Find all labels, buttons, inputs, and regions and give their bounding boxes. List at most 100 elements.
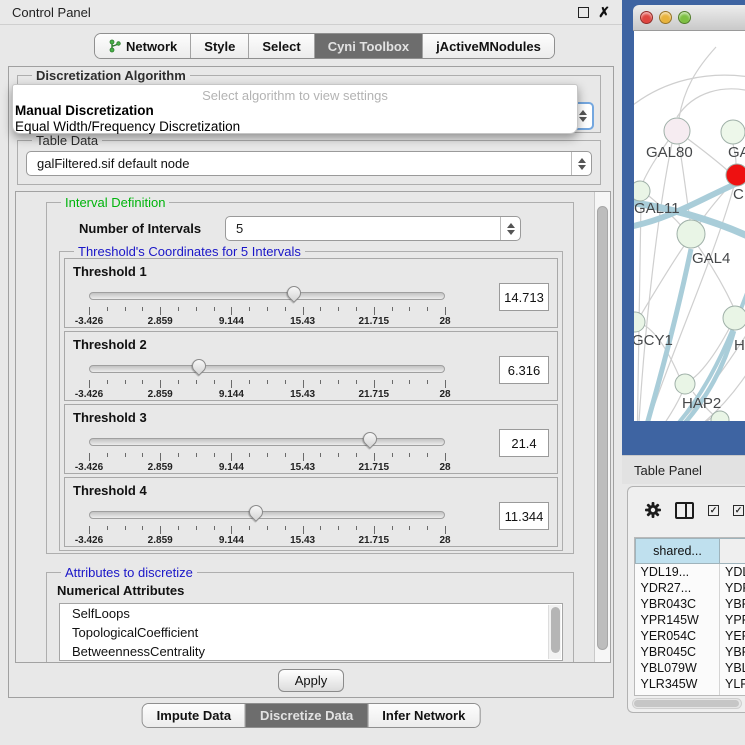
network-node[interactable] bbox=[677, 220, 705, 248]
scrollbar-thumb[interactable] bbox=[597, 206, 608, 650]
close-icon[interactable]: ✗ bbox=[598, 7, 610, 18]
combo-stepper-icon[interactable] bbox=[500, 217, 520, 240]
numerical-attributes-list[interactable]: SelfLoops TopologicalCoefficient Between… bbox=[59, 603, 563, 661]
table-panel-body: ✓ ✓ shared... n YDL19...YDL1YDR27...YDR2… bbox=[627, 486, 745, 713]
checkbox-icon[interactable]: ✓ bbox=[733, 505, 744, 516]
table-row[interactable]: YDR27...YDR2 bbox=[636, 580, 745, 596]
tab-cyni-toolbox-label: Cyni Toolbox bbox=[328, 39, 409, 54]
apply-button[interactable]: Apply bbox=[278, 669, 344, 692]
tab-infer-network[interactable]: Infer Network bbox=[367, 704, 479, 727]
tab-style[interactable]: Style bbox=[190, 34, 248, 58]
list-vertical-scrollbar[interactable] bbox=[548, 605, 561, 659]
threshold-value-input[interactable] bbox=[499, 429, 549, 457]
tab-jactivemnodules[interactable]: jActiveMNodules bbox=[422, 34, 554, 58]
tab-network-label: Network bbox=[126, 39, 177, 54]
threshold-value-input[interactable] bbox=[499, 502, 549, 530]
network-node[interactable] bbox=[721, 120, 745, 144]
network-node[interactable] bbox=[711, 411, 729, 421]
network-node-label: GAL11 bbox=[634, 200, 680, 217]
table-row[interactable]: YBR045CYBR0 bbox=[636, 644, 745, 660]
combo-stepper-icon[interactable] bbox=[571, 152, 591, 175]
tab-infer-network-label: Infer Network bbox=[382, 708, 465, 723]
table-panel-header: Table Panel bbox=[622, 455, 745, 484]
checkbox-icon[interactable]: ✓ bbox=[708, 505, 719, 516]
tab-discretize-data[interactable]: Discretize Data bbox=[245, 704, 367, 727]
number-of-intervals-value: 5 bbox=[236, 221, 243, 236]
threshold-value-input[interactable] bbox=[499, 356, 549, 384]
column-layout-icon[interactable] bbox=[675, 502, 694, 519]
network-nodes: GAL80GACGAL11GAL4GCY1HHAP2 bbox=[634, 118, 745, 421]
tab-select[interactable]: Select bbox=[248, 34, 313, 58]
network-node-label: GAL4 bbox=[692, 250, 730, 267]
threshold-row: Threshold 4 -3.4262.8599.14415.4321.7152… bbox=[64, 477, 558, 547]
top-tab-bar: Network Style Select Cyni Toolbox jActiv… bbox=[94, 33, 555, 59]
algorithm-dropdown-popup: Select algorithm to view settings Manual… bbox=[12, 84, 578, 134]
network-node[interactable] bbox=[675, 374, 695, 394]
table-row[interactable]: YPR145WYPR1 bbox=[636, 612, 745, 628]
list-item[interactable]: TopologicalCoefficient bbox=[60, 623, 562, 642]
threshold-row: Threshold 1 -3.4262.8599.14415.4321.7152… bbox=[64, 258, 558, 328]
network-node[interactable] bbox=[726, 164, 745, 186]
thresholds-group-title: Threshold's Coordinates for 5 Intervals bbox=[74, 244, 305, 259]
network-node[interactable] bbox=[634, 312, 645, 332]
list-item[interactable]: SelfLoops bbox=[60, 604, 562, 623]
network-window-titlebar[interactable] bbox=[633, 5, 745, 31]
settings-gear-icon[interactable] bbox=[645, 502, 661, 518]
network-node[interactable] bbox=[634, 181, 650, 201]
threshold-slider[interactable]: -3.4262.8599.14415.4321.71528 bbox=[89, 504, 445, 544]
number-of-intervals-label: Number of Intervals bbox=[79, 221, 201, 236]
list-item[interactable]: BetweennessCentrality bbox=[60, 642, 562, 661]
slider-track[interactable] bbox=[89, 365, 445, 373]
slider-track[interactable] bbox=[89, 292, 445, 300]
slider-tick-labels: -3.4262.8599.14415.4321.71528 bbox=[89, 462, 445, 472]
tab-select-label: Select bbox=[262, 39, 300, 54]
threshold-label: Threshold 1 bbox=[73, 264, 147, 279]
network-node-label: C bbox=[733, 186, 744, 203]
network-node[interactable] bbox=[723, 306, 745, 330]
number-of-intervals-select[interactable]: 5 bbox=[225, 216, 521, 241]
column-header-name[interactable]: n bbox=[720, 539, 745, 564]
table-row[interactable]: YIL052CYIL0 bbox=[636, 692, 745, 697]
panel-title: Control Panel bbox=[12, 5, 91, 20]
tab-network[interactable]: Network bbox=[95, 34, 190, 58]
slider-tick-labels: -3.4262.8599.14415.4321.71528 bbox=[89, 316, 445, 326]
network-canvas-svg: GAL80GACGAL11GAL4GCY1HHAP2 bbox=[634, 31, 745, 421]
node-table-body: YDL19...YDL1YDR27...YDR2YBR043CYBR0YPR14… bbox=[636, 564, 745, 697]
float-window-icon[interactable] bbox=[578, 7, 589, 18]
threshold-slider[interactable]: -3.4262.8599.14415.4321.71528 bbox=[89, 358, 445, 398]
threshold-label: Threshold 4 bbox=[73, 483, 147, 498]
slider-tick-labels: -3.4262.8599.14415.4321.71528 bbox=[89, 535, 445, 545]
dropdown-option-equal-width[interactable]: Equal Width/Frequency Discretization bbox=[13, 119, 577, 135]
network-canvas[interactable]: GAL80GACGAL11GAL4GCY1HHAP2 bbox=[634, 31, 745, 421]
tab-impute-data[interactable]: Impute Data bbox=[143, 704, 245, 727]
table-row[interactable]: YER054CYER0 bbox=[636, 628, 745, 644]
panel-vertical-scrollbar[interactable] bbox=[594, 192, 610, 662]
minimize-light-icon[interactable] bbox=[659, 11, 672, 24]
numerical-attributes-label: Numerical Attributes bbox=[57, 583, 184, 598]
discretization-algorithm-title: Discretization Algorithm bbox=[32, 68, 190, 83]
slider-track[interactable] bbox=[89, 438, 445, 446]
attributes-group: Attributes to discretize Numerical Attri… bbox=[46, 572, 574, 663]
interval-definition-title: Interval Definition bbox=[61, 195, 169, 210]
table-panel-title: Table Panel bbox=[634, 463, 702, 478]
table-row[interactable]: YBL079WYBL0 bbox=[636, 660, 745, 676]
threshold-row: Threshold 2 -3.4262.8599.14415.4321.7152… bbox=[64, 331, 558, 401]
tab-cyni-toolbox[interactable]: Cyni Toolbox bbox=[314, 34, 422, 58]
tab-impute-data-label: Impute Data bbox=[157, 708, 231, 723]
slider-track[interactable] bbox=[89, 511, 445, 519]
dropdown-option-manual[interactable]: Manual Discretization bbox=[13, 103, 577, 119]
threshold-slider[interactable]: -3.4262.8599.14415.4321.71528 bbox=[89, 285, 445, 325]
slider-ticks bbox=[89, 453, 445, 461]
table-row[interactable]: YBR043CYBR0 bbox=[636, 596, 745, 612]
network-node[interactable] bbox=[664, 118, 690, 144]
table-row[interactable]: YLR345WYLR3 bbox=[636, 676, 745, 692]
threshold-value-input[interactable] bbox=[499, 283, 549, 311]
threshold-slider[interactable]: -3.4262.8599.14415.4321.71528 bbox=[89, 431, 445, 471]
close-light-icon[interactable] bbox=[640, 11, 653, 24]
scrollbar-thumb[interactable] bbox=[634, 700, 739, 707]
horizontal-scrollbar[interactable] bbox=[632, 698, 742, 709]
zoom-light-icon[interactable] bbox=[678, 11, 691, 24]
table-row[interactable]: YDL19...YDL1 bbox=[636, 564, 745, 580]
column-header-shared[interactable]: shared... bbox=[636, 539, 720, 564]
table-data-select[interactable]: galFiltered.sif default node bbox=[26, 151, 592, 176]
